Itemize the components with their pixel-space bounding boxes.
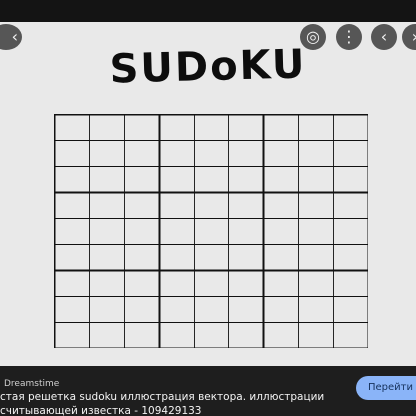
image-title-line-1[interactable]: стая решетка sudoku иллюстрация вектора.… <box>0 391 360 403</box>
top-bezel <box>0 0 416 22</box>
lens-icon: ◎ <box>306 27 320 46</box>
screen: SUDoKU ‹ ◎ ⋮ ‹ › Dreamstime стая решетка… <box>0 0 416 416</box>
visit-button[interactable]: Перейти <box>356 376 416 400</box>
chevron-left-icon: ‹ <box>11 27 18 46</box>
sudoku-grid-svg <box>54 114 368 348</box>
source-name[interactable]: Dreamstime <box>4 379 59 389</box>
sudoku-grid <box>54 114 368 348</box>
more-vert-icon: ⋮ <box>341 27 357 46</box>
lens-button[interactable]: ◎ <box>300 24 326 50</box>
chevron-left-icon: ‹ <box>380 27 388 46</box>
more-options-button[interactable]: ⋮ <box>336 24 362 50</box>
image-title-line-2[interactable]: считывающей известка - 109429133 <box>0 405 360 416</box>
previous-image-button[interactable]: ‹ <box>371 24 397 50</box>
chevron-right-icon: › <box>412 27 416 46</box>
